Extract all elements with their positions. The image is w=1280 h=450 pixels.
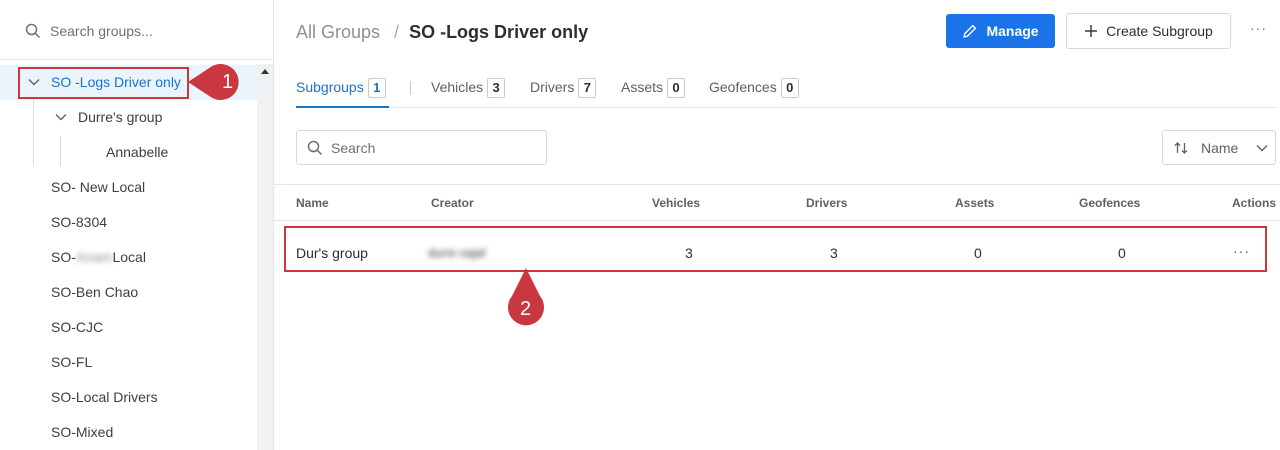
tree-item-so-local-drivers[interactable]: SO-Local Drivers xyxy=(0,380,258,415)
tab-divider xyxy=(410,81,411,95)
page-title: SO -Logs Driver only xyxy=(409,22,589,42)
tree-item-so-ben-chao[interactable]: SO-Ben Chao xyxy=(0,275,258,310)
label-prefix: SO- xyxy=(51,249,76,265)
active-tab-indicator xyxy=(296,106,389,108)
label-suffix: Local xyxy=(112,249,146,265)
tree-item-label: SO-AnamLocal xyxy=(51,240,146,275)
manage-button-label: Manage xyxy=(986,23,1039,39)
tree-item-so-cjc[interactable]: SO-CJC xyxy=(0,310,258,345)
callout-number: 2 xyxy=(520,298,532,320)
redacted-text: Anam xyxy=(75,249,113,265)
create-subgroup-button[interactable]: Create Subgroup xyxy=(1066,13,1231,49)
column-header-name[interactable]: Name xyxy=(296,196,329,210)
tree-item-so-mixed[interactable]: SO-Mixed xyxy=(0,415,258,450)
tree-item-label: SO-Mixed xyxy=(51,424,114,440)
tree-item-so-8304[interactable]: SO-8304 xyxy=(0,205,258,240)
tree-item-label: SO-8304 xyxy=(51,214,108,230)
tree-item-so-redacted-local[interactable]: SO-AnamLocal xyxy=(0,240,258,275)
tab-label: Drivers xyxy=(530,79,575,95)
group-search-input[interactable] xyxy=(50,18,250,44)
more-options-button[interactable]: ··· xyxy=(1250,20,1267,36)
tab-count-badge: 0 xyxy=(780,78,799,98)
tab-label: Assets xyxy=(621,79,664,95)
column-header-creator[interactable]: Creator xyxy=(431,196,474,210)
tab-label: Vehicles xyxy=(431,79,484,95)
callout-marker-1: 1 xyxy=(186,64,258,100)
column-header-assets[interactable]: Assets xyxy=(955,196,994,210)
sort-label: Name xyxy=(1201,139,1239,156)
callout-highlight-subgroup-row xyxy=(284,226,1267,272)
column-header-actions: Actions xyxy=(1232,196,1277,210)
tab-count-badge: 7 xyxy=(578,78,597,98)
subgroup-search-box xyxy=(296,130,547,165)
tree-item-durres-group[interactable]: Durre's group xyxy=(0,100,258,135)
tab-drivers[interactable]: Drivers 7 xyxy=(530,77,597,99)
tree-item-label: SO-FL xyxy=(51,354,93,370)
tab-label: Subgroups xyxy=(296,79,364,95)
breadcrumb: All Groups / SO -Logs Driver only xyxy=(296,22,588,48)
tree-item-label: Durre's group xyxy=(78,109,163,125)
tab-count-badge: 1 xyxy=(367,78,386,98)
search-icon xyxy=(307,140,323,156)
tab-vehicles[interactable]: Vehicles 3 xyxy=(431,77,506,99)
create-subgroup-label: Create Subgroup xyxy=(1106,23,1213,39)
callout-number: 1 xyxy=(222,71,234,93)
chevron-down-icon xyxy=(1256,144,1268,151)
tab-count-badge: 0 xyxy=(667,78,686,98)
tree-item-label: SO-Ben Chao xyxy=(51,284,139,300)
sidebar-scrollbar[interactable] xyxy=(257,64,273,450)
subgroup-search-input[interactable] xyxy=(331,136,531,160)
callout-marker-2: 2 xyxy=(506,268,546,336)
scroll-up-arrow-icon[interactable] xyxy=(261,69,269,74)
tab-subgroups[interactable]: Subgroups 1 xyxy=(296,77,386,99)
breadcrumb-separator: / xyxy=(394,22,400,42)
tab-label: Geofences xyxy=(709,79,777,95)
manage-button[interactable]: Manage xyxy=(946,14,1055,48)
tree-item-so-new-local[interactable]: SO- New Local xyxy=(0,170,258,205)
tab-geofences[interactable]: Geofences 0 xyxy=(709,77,799,99)
column-header-geofences[interactable]: Geofences xyxy=(1079,196,1140,210)
search-icon xyxy=(25,23,41,39)
pencil-icon xyxy=(963,24,977,38)
chevron-down-icon[interactable] xyxy=(55,113,67,121)
group-tree: SO -Logs Driver only Durre's group Annab… xyxy=(0,64,258,450)
group-search-box xyxy=(0,0,273,60)
tab-assets[interactable]: Assets 0 xyxy=(621,77,686,99)
tree-item-label: SO- New Local xyxy=(51,179,146,195)
tree-item-annabelle[interactable]: Annabelle xyxy=(0,135,258,170)
callout-highlight-selected-group xyxy=(18,67,189,99)
tree-item-label: Annabelle xyxy=(106,144,169,160)
tab-count-badge: 3 xyxy=(487,78,506,98)
tree-item-label: SO-Local Drivers xyxy=(51,389,158,405)
table-header: Name Creator Vehicles Drivers Assets Geo… xyxy=(274,184,1280,221)
plus-icon xyxy=(1085,25,1098,37)
tabs-divider xyxy=(296,107,1276,108)
tree-item-label: SO-CJC xyxy=(51,319,104,335)
column-header-vehicles[interactable]: Vehicles xyxy=(652,196,700,210)
sort-dropdown[interactable]: Name xyxy=(1162,130,1276,165)
column-header-drivers[interactable]: Drivers xyxy=(806,196,847,210)
sort-arrows-icon xyxy=(1174,141,1188,154)
tree-item-so-fl[interactable]: SO-FL xyxy=(0,345,258,380)
breadcrumb-all-groups[interactable]: All Groups xyxy=(296,22,380,42)
